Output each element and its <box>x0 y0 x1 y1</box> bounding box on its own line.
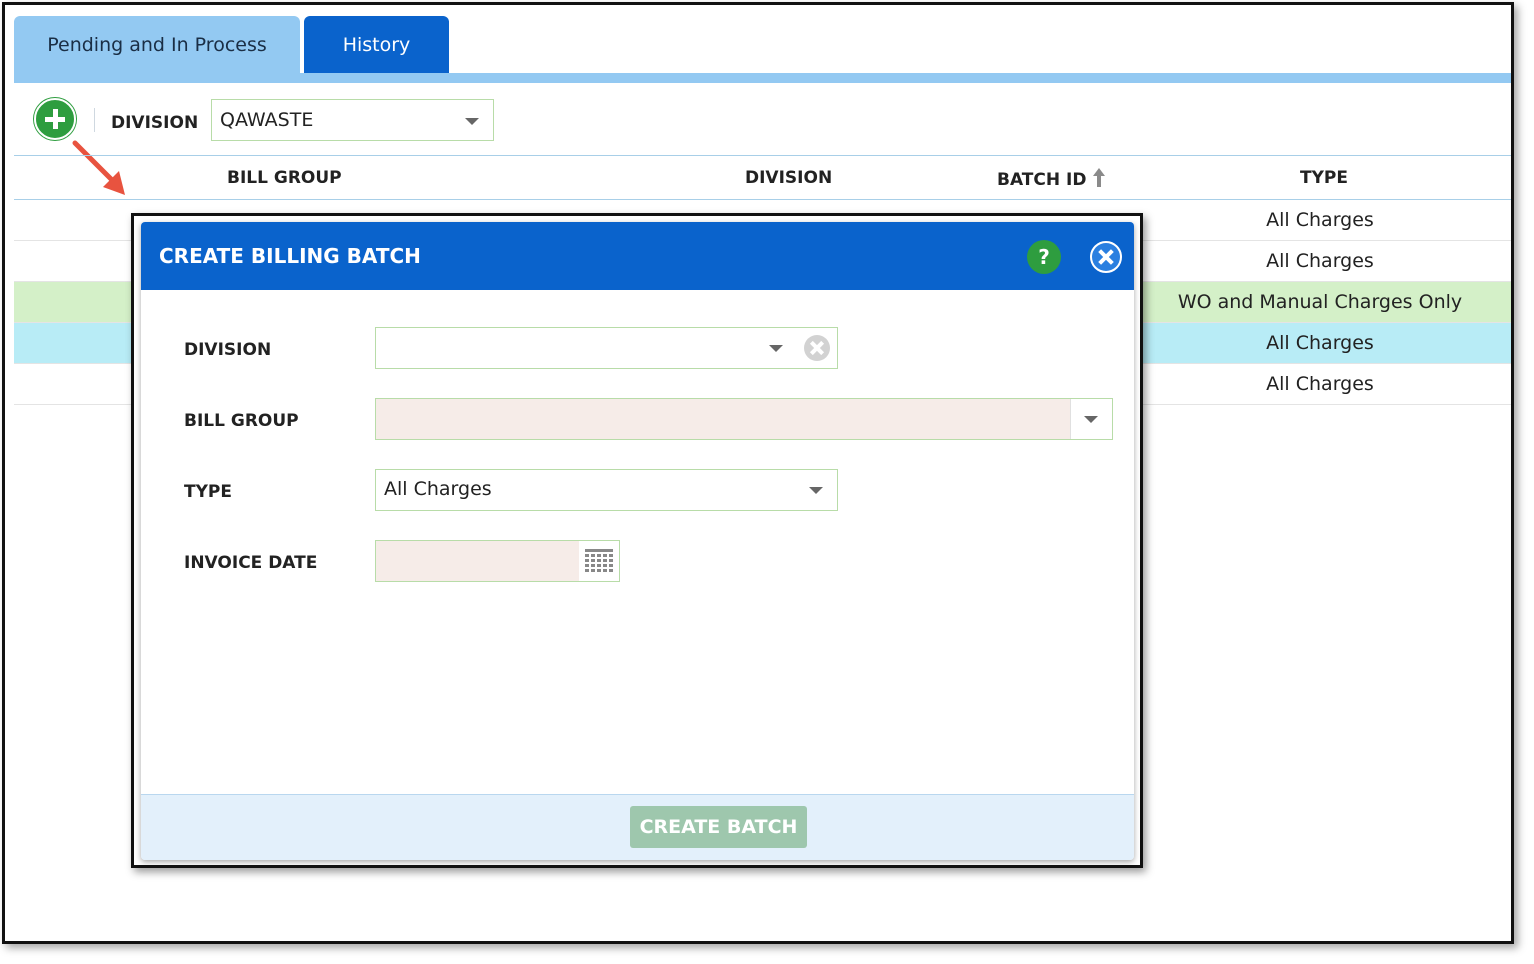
column-header-bill-group[interactable]: BILL GROUP <box>227 168 342 188</box>
division-field-label: DIVISION <box>184 340 272 360</box>
bill-group-field[interactable] <box>375 398 1113 440</box>
type-field-label: TYPE <box>184 482 232 502</box>
column-header-batch-id[interactable]: BATCH ID <box>997 168 1106 190</box>
calendar-button[interactable] <box>579 541 619 581</box>
division-filter-select[interactable]: QAWASTE <box>211 99 494 141</box>
close-button[interactable] <box>1090 241 1122 273</box>
help-button[interactable]: ? <box>1027 240 1061 274</box>
type-select-value: All Charges <box>384 478 492 500</box>
app-window: Pending and In Process History DIVISION … <box>2 2 1514 944</box>
calendar-icon <box>585 549 613 572</box>
tab-label: History <box>342 34 411 56</box>
division-filter-value: QAWASTE <box>220 109 314 131</box>
create-billing-batch-dialog: CREATE BILLING BATCH ? DIVISION BILL GRO… <box>141 222 1134 860</box>
cell-type: All Charges <box>1266 373 1374 395</box>
invoice-date-field-label: INVOICE DATE <box>184 553 318 573</box>
create-batch-button[interactable]: CREATE BATCH <box>630 806 807 848</box>
dialog-title: CREATE BILLING BATCH <box>159 244 421 268</box>
invoice-date-field[interactable] <box>375 540 620 582</box>
chevron-down-icon <box>465 118 479 125</box>
bill-group-field-label: BILL GROUP <box>184 411 299 431</box>
tab-label: Pending and In Process <box>47 34 267 56</box>
dialog-header: CREATE BILLING BATCH ? <box>141 222 1134 290</box>
clear-icon[interactable] <box>804 335 830 361</box>
cell-type: All Charges <box>1266 250 1374 272</box>
modal-highlight-frame: CREATE BILLING BATCH ? DIVISION BILL GRO… <box>131 213 1143 868</box>
division-field[interactable] <box>375 327 838 369</box>
chevron-down-icon[interactable] <box>769 345 783 352</box>
sort-ascending-icon <box>1092 168 1106 188</box>
help-icon: ? <box>1038 245 1050 269</box>
cell-type: WO and Manual Charges Only <box>1177 291 1463 313</box>
tab-bar-underline <box>14 73 1511 83</box>
cell-type: All Charges <box>1266 209 1374 231</box>
cell-type: All Charges <box>1266 332 1374 354</box>
grid-header: BILL GROUP DIVISION BATCH ID TYPE <box>14 155 1511 200</box>
toolbar-divider <box>94 108 95 132</box>
chevron-down-icon <box>1084 416 1098 423</box>
column-header-division[interactable]: DIVISION <box>745 168 832 188</box>
chevron-down-icon <box>809 487 823 494</box>
type-select[interactable]: All Charges <box>375 469 838 511</box>
tab-pending-in-process[interactable]: Pending and In Process <box>14 16 300 74</box>
column-header-batch-id-label: BATCH ID <box>997 170 1087 190</box>
dialog-footer: CREATE BATCH <box>141 794 1134 860</box>
bill-group-dropdown-button[interactable] <box>1070 399 1112 439</box>
close-icon <box>1092 243 1120 271</box>
tab-history[interactable]: History <box>304 16 449 74</box>
column-header-type[interactable]: TYPE <box>1300 168 1348 188</box>
division-filter-label: DIVISION <box>111 113 199 133</box>
